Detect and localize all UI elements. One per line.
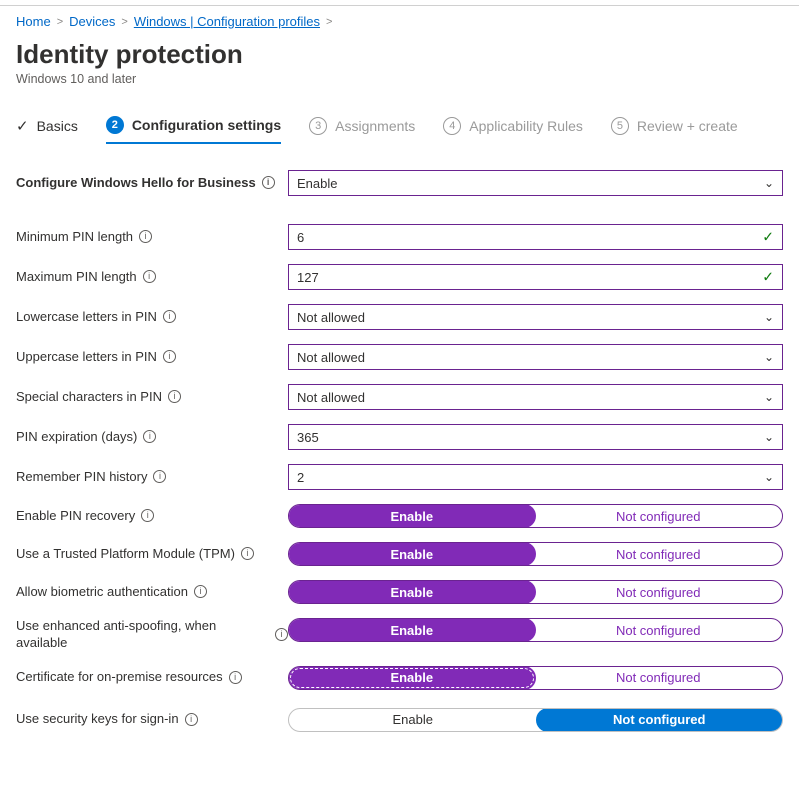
info-icon[interactable]: i bbox=[168, 390, 181, 403]
info-icon[interactable]: i bbox=[185, 713, 198, 726]
page-subtitle: Windows 10 and later bbox=[16, 72, 783, 86]
toggle-anti-spoofing[interactable]: Enable Not configured bbox=[288, 618, 783, 642]
info-icon[interactable]: i bbox=[153, 470, 166, 483]
label-configure-hello: Configure Windows Hello for Business i bbox=[16, 175, 288, 192]
breadcrumb-devices[interactable]: Devices bbox=[69, 14, 115, 29]
info-icon[interactable]: i bbox=[241, 547, 254, 560]
info-icon[interactable]: i bbox=[163, 350, 176, 363]
label-pin-recovery: Enable PIN recovery i bbox=[16, 508, 288, 525]
dropdown-uppercase-pin[interactable]: Not allowed ⌄ bbox=[288, 344, 783, 370]
breadcrumb: Home > Devices > Windows | Configuration… bbox=[16, 10, 783, 35]
chevron-right-icon: > bbox=[326, 16, 332, 28]
toggle-option-not-configured[interactable]: Not configured bbox=[535, 581, 783, 603]
step-number-icon: 4 bbox=[443, 117, 461, 135]
toggle-option-not-configured[interactable]: Not configured bbox=[535, 667, 783, 689]
info-icon[interactable]: i bbox=[163, 310, 176, 323]
label-security-keys: Use security keys for sign-in i bbox=[16, 711, 288, 728]
dropdown-pin-history[interactable]: 2 ⌄ bbox=[288, 464, 783, 490]
breadcrumb-home[interactable]: Home bbox=[16, 14, 51, 29]
step-number-icon: 2 bbox=[106, 116, 124, 134]
toggle-option-enable[interactable]: Enable bbox=[288, 580, 536, 604]
toggle-option-not-configured[interactable]: Not configured bbox=[535, 619, 783, 641]
check-icon: ✓ bbox=[16, 117, 29, 135]
toggle-biometric[interactable]: Enable Not configured bbox=[288, 580, 783, 604]
chevron-down-icon: ⌄ bbox=[764, 470, 774, 484]
label-max-pin: Maximum PIN length i bbox=[16, 269, 288, 286]
step-applicability-rules[interactable]: 4 Applicability Rules bbox=[443, 117, 583, 143]
chevron-down-icon: ⌄ bbox=[764, 390, 774, 404]
toggle-security-keys[interactable]: Enable Not configured bbox=[288, 708, 783, 732]
info-icon[interactable]: i bbox=[143, 270, 156, 283]
label-min-pin: Minimum PIN length i bbox=[16, 229, 288, 246]
dropdown-pin-expiration[interactable]: 365 ⌄ bbox=[288, 424, 783, 450]
toggle-option-enable[interactable]: Enable bbox=[289, 709, 537, 731]
input-min-pin[interactable]: 6 ✓ bbox=[288, 224, 783, 250]
label-anti-spoofing: Use enhanced anti-spoofing, when availab… bbox=[16, 618, 288, 652]
chevron-right-icon: > bbox=[121, 16, 127, 28]
toggle-option-enable[interactable]: Enable bbox=[288, 542, 536, 566]
dropdown-special-pin[interactable]: Not allowed ⌄ bbox=[288, 384, 783, 410]
check-icon: ✓ bbox=[762, 269, 774, 286]
step-configuration-settings[interactable]: 2 Configuration settings bbox=[106, 116, 281, 144]
toggle-option-enable[interactable]: Enable bbox=[288, 504, 536, 528]
info-icon[interactable]: i bbox=[139, 230, 152, 243]
check-icon: ✓ bbox=[762, 229, 774, 246]
label-uppercase-pin: Uppercase letters in PIN i bbox=[16, 349, 288, 366]
info-icon[interactable]: i bbox=[275, 628, 288, 641]
chevron-down-icon: ⌄ bbox=[764, 350, 774, 364]
step-review-create[interactable]: 5 Review + create bbox=[611, 117, 738, 143]
info-icon[interactable]: i bbox=[229, 671, 242, 684]
toggle-option-not-configured[interactable]: Not configured bbox=[535, 543, 783, 565]
toggle-option-enable[interactable]: Enable bbox=[288, 618, 536, 642]
info-icon[interactable]: i bbox=[262, 176, 275, 189]
info-icon[interactable]: i bbox=[143, 430, 156, 443]
toggle-certificate[interactable]: Enable Not configured bbox=[288, 666, 783, 690]
toggle-option-not-configured[interactable]: Not configured bbox=[535, 505, 783, 527]
wizard-steps: ✓ Basics 2 Configuration settings 3 Assi… bbox=[16, 116, 783, 148]
page-title: Identity protection bbox=[16, 39, 783, 70]
toggle-tpm[interactable]: Enable Not configured bbox=[288, 542, 783, 566]
input-max-pin[interactable]: 127 ✓ bbox=[288, 264, 783, 290]
step-label: Review + create bbox=[637, 118, 738, 134]
label-tpm: Use a Trusted Platform Module (TPM) i bbox=[16, 546, 288, 563]
toggle-pin-recovery[interactable]: Enable Not configured bbox=[288, 504, 783, 528]
dropdown-lowercase-pin[interactable]: Not allowed ⌄ bbox=[288, 304, 783, 330]
label-special-pin: Special characters in PIN i bbox=[16, 389, 288, 406]
toggle-option-not-configured[interactable]: Not configured bbox=[536, 708, 784, 732]
step-number-icon: 3 bbox=[309, 117, 327, 135]
step-label: Basics bbox=[37, 118, 78, 134]
label-pin-history: Remember PIN history i bbox=[16, 469, 288, 486]
step-basics[interactable]: ✓ Basics bbox=[16, 117, 78, 143]
step-label: Assignments bbox=[335, 118, 415, 134]
label-biometric: Allow biometric authentication i bbox=[16, 584, 288, 601]
step-number-icon: 5 bbox=[611, 117, 629, 135]
step-label: Configuration settings bbox=[132, 117, 281, 133]
breadcrumb-profiles[interactable]: Windows | Configuration profiles bbox=[134, 14, 320, 29]
step-label: Applicability Rules bbox=[469, 118, 583, 134]
step-assignments[interactable]: 3 Assignments bbox=[309, 117, 415, 143]
info-icon[interactable]: i bbox=[194, 585, 207, 598]
label-pin-expiration: PIN expiration (days) i bbox=[16, 429, 288, 446]
configuration-form: Configure Windows Hello for Business i E… bbox=[16, 170, 783, 732]
chevron-down-icon: ⌄ bbox=[764, 310, 774, 324]
info-icon[interactable]: i bbox=[141, 509, 154, 522]
chevron-down-icon: ⌄ bbox=[764, 176, 774, 190]
chevron-right-icon: > bbox=[57, 16, 63, 28]
toggle-option-enable[interactable]: Enable bbox=[288, 666, 536, 690]
label-lowercase-pin: Lowercase letters in PIN i bbox=[16, 309, 288, 326]
dropdown-configure-hello[interactable]: Enable ⌄ bbox=[288, 170, 783, 196]
label-certificate: Certificate for on-premise resources i bbox=[16, 669, 288, 686]
chevron-down-icon: ⌄ bbox=[764, 430, 774, 444]
